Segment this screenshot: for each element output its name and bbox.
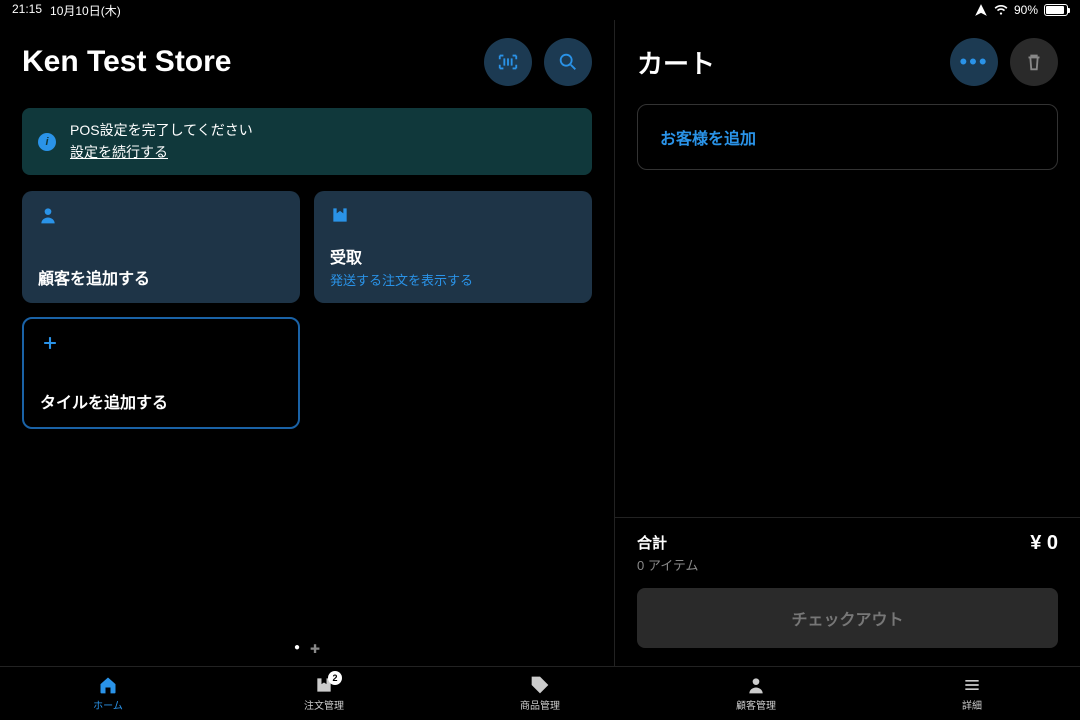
wifi-icon [994, 3, 1008, 17]
tab-label: 顧客管理 [736, 697, 776, 712]
status-bar: 21:15 10月10日(木) 90% [0, 0, 1080, 20]
tab-products[interactable]: 商品管理 [432, 667, 648, 720]
tile-add-tile[interactable]: タイルを追加する [22, 317, 300, 429]
battery-percent: 90% [1014, 3, 1038, 17]
cart-title: カート [637, 44, 715, 81]
store-title: Ken Test Store [22, 45, 232, 79]
search-button[interactable] [544, 38, 592, 86]
status-time: 21:15 [12, 2, 42, 19]
cart-items-empty [615, 170, 1080, 517]
inbox-icon [330, 205, 576, 230]
cart-add-customer-label: お客様を追加 [660, 131, 756, 148]
home-icon [98, 675, 118, 695]
tile-label: 顧客を追加する [38, 265, 284, 289]
item-count: 0 アイテム [637, 555, 699, 574]
cart-clear-button[interactable] [1010, 38, 1058, 86]
tab-label: ホーム [93, 697, 123, 712]
tab-label: 詳細 [962, 697, 982, 712]
page-dot-active: ● [294, 642, 300, 656]
add-page-icon[interactable]: ✚ [310, 642, 320, 656]
trash-icon [1023, 51, 1045, 73]
tab-label: 商品管理 [520, 697, 560, 712]
barcode-icon [497, 51, 519, 73]
info-icon: i [38, 133, 56, 151]
tab-orders[interactable]: 2 注文管理 [216, 667, 432, 720]
checkout-button[interactable]: チェックアウト [637, 588, 1058, 648]
tile-label: タイルを追加する [40, 389, 282, 413]
orders-badge: 2 [328, 671, 342, 685]
setup-alert[interactable]: i POS設定を完了してください 設定を続行する [22, 108, 592, 175]
checkout-label: チェックアウト [791, 612, 903, 629]
plus-icon [40, 333, 282, 358]
tab-home[interactable]: ホーム [0, 667, 216, 720]
cart-pane: カート ••• お客様を追加 合計 0 アイテム ¥ 0 [615, 20, 1080, 666]
menu-icon [962, 675, 982, 695]
alert-line1: POS設定を完了してください [70, 120, 253, 142]
alert-link[interactable]: 設定を続行する [70, 142, 253, 164]
tab-bar: ホーム 2 注文管理 商品管理 顧客管理 詳細 [0, 666, 1080, 720]
tab-customers[interactable]: 顧客管理 [648, 667, 864, 720]
cart-more-button[interactable]: ••• [950, 38, 998, 86]
battery-icon [1044, 4, 1068, 16]
location-icon [974, 3, 988, 17]
tile-pickup[interactable]: 受取 発送する注文を表示する [314, 191, 592, 303]
search-icon [557, 51, 579, 73]
tile-add-customer[interactable]: 顧客を追加する [22, 191, 300, 303]
total-amount: ¥ 0 [1030, 532, 1058, 555]
page-indicator[interactable]: ● ✚ [0, 642, 614, 656]
tag-icon [530, 675, 550, 695]
tile-sublabel: 発送する注文を表示する [330, 270, 576, 289]
barcode-button[interactable] [484, 38, 532, 86]
tile-label: 受取 [330, 244, 576, 268]
person-icon [746, 675, 766, 695]
cart-add-customer-button[interactable]: お客様を追加 [637, 104, 1058, 170]
status-date: 10月10日(木) [50, 2, 121, 19]
tab-more[interactable]: 詳細 [864, 667, 1080, 720]
ellipsis-icon: ••• [959, 49, 988, 75]
person-icon [38, 205, 284, 230]
tab-label: 注文管理 [304, 697, 344, 712]
home-pane: Ken Test Store i POS設定を完了してください 設定を続行する [0, 20, 615, 666]
total-label: 合計 [637, 532, 699, 553]
